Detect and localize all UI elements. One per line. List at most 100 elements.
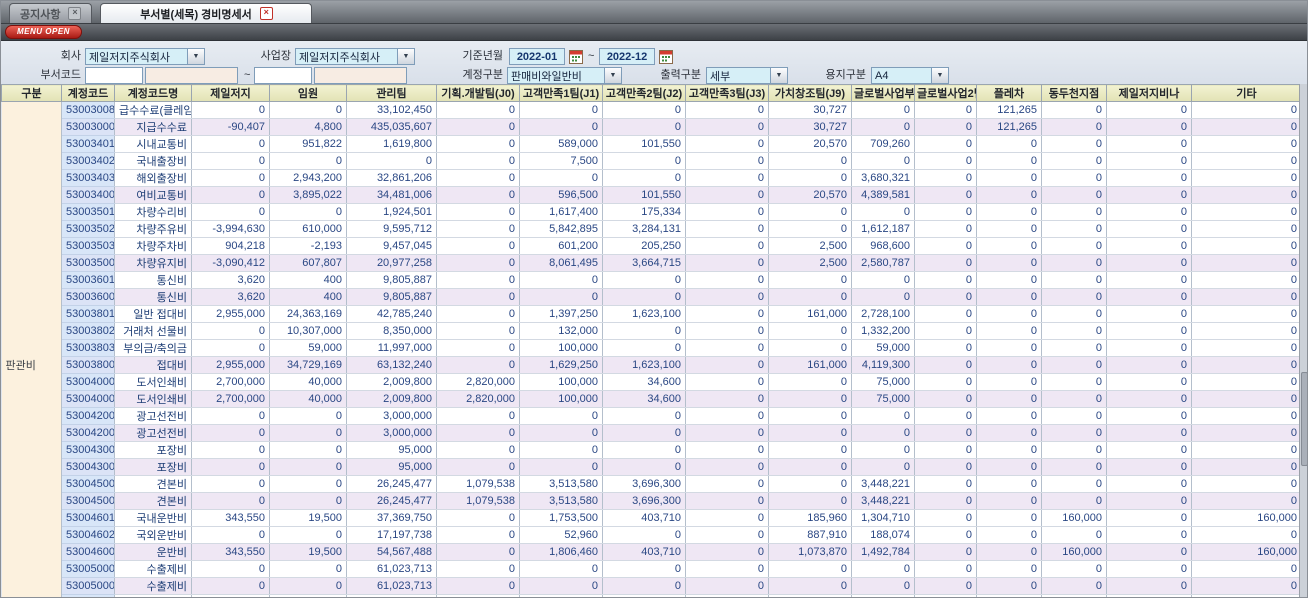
cell-value: 0 (1041, 254, 1107, 272)
cell-value: 0 (191, 560, 270, 578)
period-to-input[interactable] (599, 48, 655, 65)
cell-value: 0 (685, 475, 769, 493)
cell-account-code: 53004600 (61, 543, 115, 561)
cell-value: 1,073,870 (768, 543, 852, 561)
cell-account-name: 견본비 (114, 492, 192, 510)
cell-value: 0 (685, 305, 769, 323)
cell-value: 0 (1041, 407, 1107, 425)
menu-open-button[interactable]: MENU OPEN (5, 25, 82, 39)
cell-value: 0 (1041, 305, 1107, 323)
vertical-scrollbar[interactable] (1299, 84, 1307, 597)
cell-value: 101,550 (602, 135, 686, 153)
cell-account-name: 인력개발비 (114, 594, 192, 597)
period-from-input[interactable] (509, 48, 565, 65)
close-icon[interactable]: × (259, 7, 273, 20)
chevron-down-icon[interactable]: ▼ (604, 68, 621, 83)
cell-value: 904,218 (191, 237, 270, 255)
cell-value: 0 (976, 356, 1042, 374)
dept-name-from-input[interactable] (145, 67, 238, 84)
cell-value: 26,245,477 (346, 492, 437, 510)
cell-value: 0 (1191, 169, 1302, 187)
tab-notice[interactable]: 공지사항 × (9, 3, 93, 23)
column-header-12: 글로벌사업2팀 (914, 84, 977, 102)
cell-value: 0 (914, 220, 977, 238)
cell-value: 0 (436, 458, 520, 476)
paper-type-select[interactable]: A4 ▼ (871, 67, 949, 84)
cell-value: 160,000 (1041, 509, 1107, 527)
cell-value: 0 (685, 339, 769, 357)
cell-value: 0 (191, 152, 270, 170)
close-icon[interactable]: × (68, 7, 82, 20)
company-select[interactable]: 제일저지주식회사 ▼ (85, 48, 205, 65)
chevron-down-icon[interactable]: ▼ (187, 49, 204, 64)
cell-value: 1,332,200 (851, 322, 915, 340)
cell-account-code: 53004000 (61, 373, 115, 391)
calendar-icon[interactable] (569, 49, 583, 64)
chevron-down-icon[interactable]: ▼ (931, 68, 948, 83)
cell-account-name: 국내출장비 (114, 152, 192, 170)
cell-value: 9,805,887 (346, 288, 437, 306)
chevron-down-icon[interactable]: ▼ (397, 49, 414, 64)
cell-account-code: 53003600 (61, 288, 115, 306)
cell-value: 968,600 (851, 237, 915, 255)
cell-value: 0 (976, 254, 1042, 272)
table-row: 53004500 견본비 0 0 26,245,477 1,079,538 3,513,58… (2, 492, 1302, 510)
cell-value: 0 (851, 271, 915, 289)
cell-value: 0 (269, 594, 347, 597)
cell-value: 26,245,477 (346, 475, 437, 493)
cell-value: 0 (1106, 135, 1192, 153)
cell-value: 95,000 (346, 458, 437, 476)
cell-account-name: 지급수수료 (114, 118, 192, 136)
cell-value: 3,620 (191, 271, 270, 289)
output-type-select[interactable]: 세부 ▼ (706, 67, 788, 84)
cell-value: 75,000 (851, 390, 915, 408)
cell-value: 2,500 (768, 254, 852, 272)
table-row: 53004500 견본비 0 0 26,245,477 1,079,538 3,513,58… (2, 475, 1302, 493)
dept-name-to-input[interactable] (314, 67, 407, 84)
cell-value: 0 (976, 305, 1042, 323)
cell-value: 0 (1041, 135, 1107, 153)
cell-value: 0 (1041, 373, 1107, 391)
cell-value: 0 (1191, 237, 1302, 255)
cell-account-code: 53003601 (61, 271, 115, 289)
chevron-down-icon[interactable]: ▼ (770, 68, 787, 83)
dept-code-from-input[interactable] (85, 67, 143, 84)
cell-value: 0 (1041, 424, 1107, 442)
cell-value: 0 (976, 373, 1042, 391)
table-row: 53005602인력개발비002,400,00000000000000 (2, 594, 1302, 597)
cell-value: 0 (768, 475, 852, 493)
cell-value: 0 (914, 101, 977, 119)
cell-value: 0 (269, 560, 347, 578)
cell-value: 0 (1191, 492, 1302, 510)
cell-account-code: 53004300 (61, 441, 115, 459)
cell-value: 1,492,784 (851, 543, 915, 561)
cell-value: 175,334 (602, 203, 686, 221)
account-type-select[interactable]: 판매비와일반비 ▼ (507, 67, 622, 84)
cell-value: 33,102,450 (346, 101, 437, 119)
cell-value: 0 (436, 509, 520, 527)
cell-value: 0 (436, 577, 520, 595)
cell-value: 0 (1191, 475, 1302, 493)
cell-value: 0 (1191, 594, 1302, 597)
tab-expense-report[interactable]: 부서별(세목) 경비명세서 × (100, 3, 313, 23)
cell-value: 0 (1041, 237, 1107, 255)
cell-value: 0 (851, 560, 915, 578)
cell-value: 19,500 (269, 509, 347, 527)
cell-value: 9,595,712 (346, 220, 437, 238)
dept-code-to-input[interactable] (254, 67, 312, 84)
cell-value: 34,600 (602, 373, 686, 391)
cell-value: 32,861,206 (346, 169, 437, 187)
cell-value: 3,448,221 (851, 475, 915, 493)
calendar-icon[interactable] (659, 49, 673, 64)
cell-value: 0 (519, 424, 603, 442)
site-select[interactable]: 제일저지주식회사 ▼ (295, 48, 415, 65)
paper-type-label: 용지구분 (825, 69, 866, 81)
scrollbar-thumb[interactable] (1301, 372, 1307, 466)
cell-value: 0 (1106, 254, 1192, 272)
cell-value: 0 (1041, 271, 1107, 289)
cell-value: 0 (685, 135, 769, 153)
cell-value: 34,481,006 (346, 186, 437, 204)
cell-value: 0 (914, 577, 977, 595)
cell-value: 0 (436, 543, 520, 561)
column-header-0: 구분 (1, 84, 62, 102)
